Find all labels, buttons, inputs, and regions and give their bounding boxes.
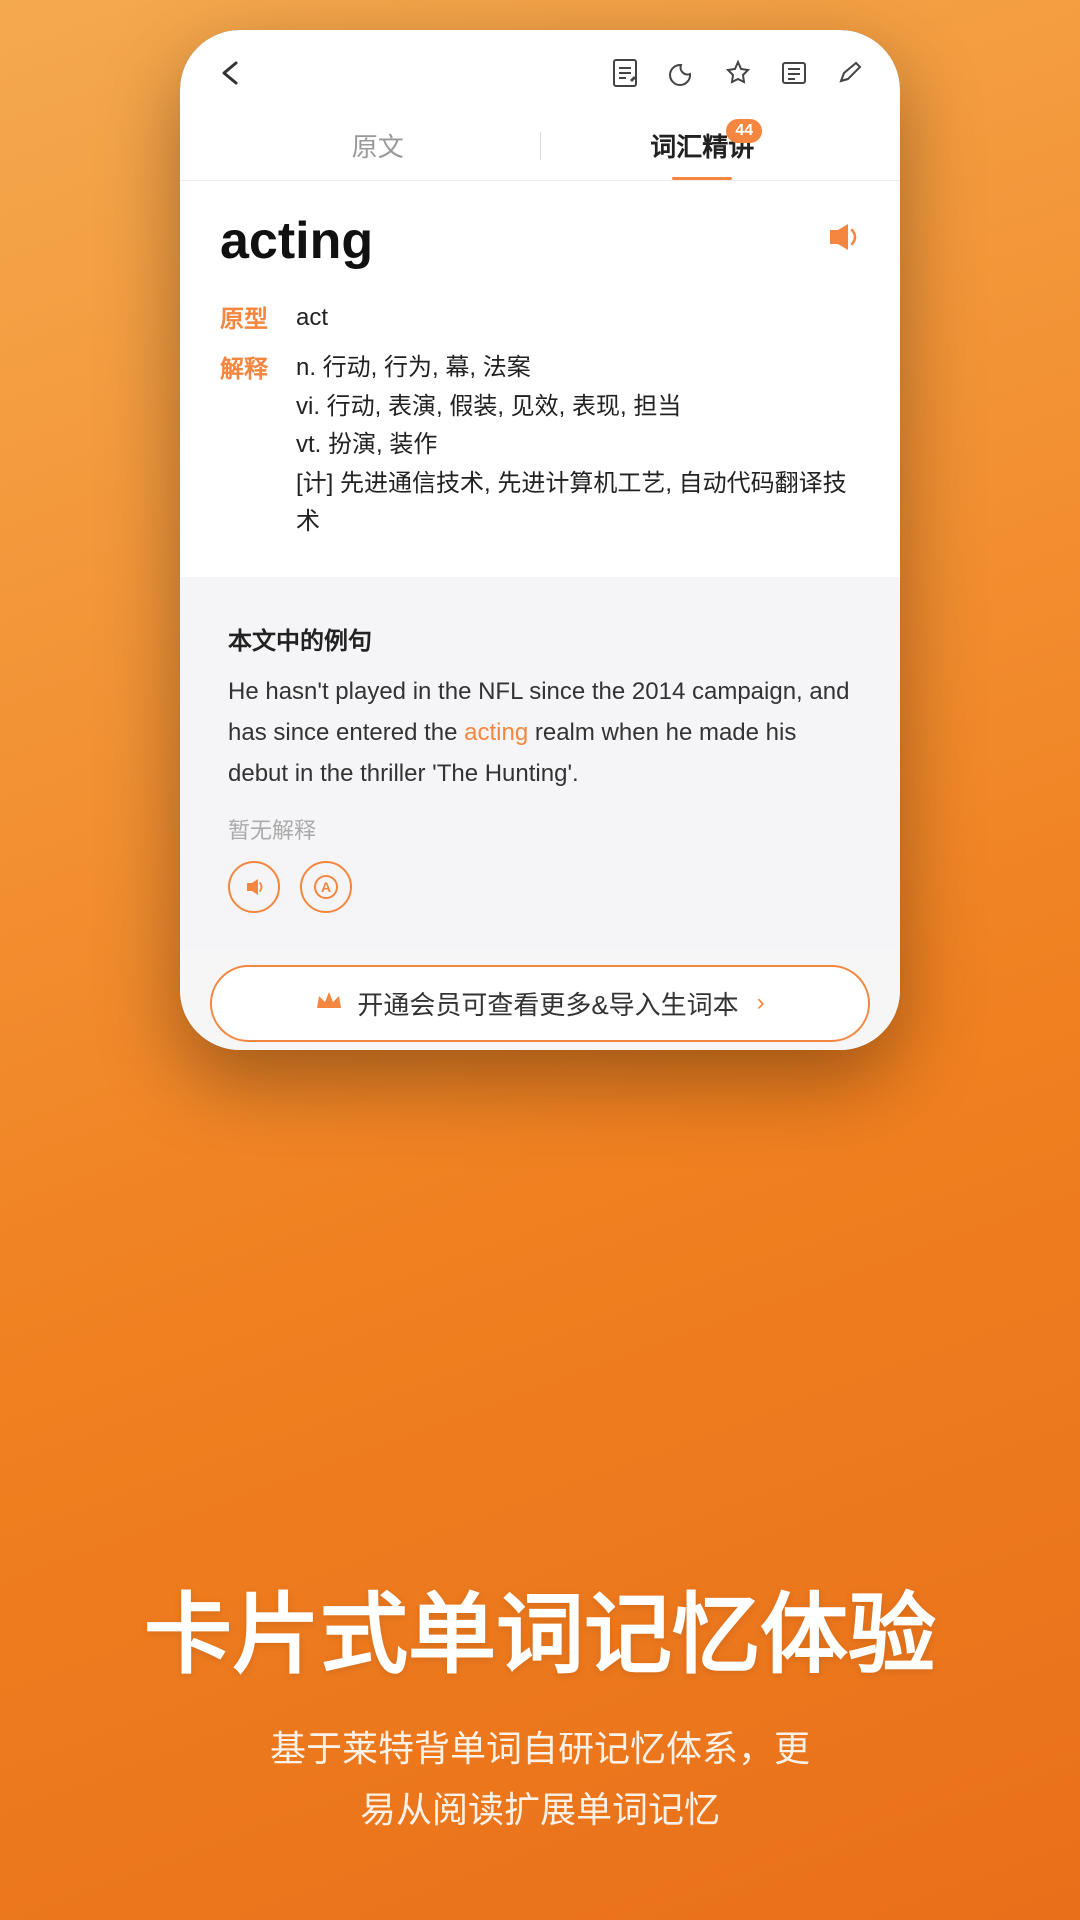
notes-icon[interactable] — [610, 58, 640, 95]
tab-original[interactable]: 原文 — [216, 111, 540, 180]
bottom-area: 开通会员可查看更多&导入生词本 › — [180, 949, 900, 1050]
svg-text:A: A — [321, 879, 331, 895]
word-sound-button[interactable] — [822, 220, 860, 263]
explanation-values: n. 行动, 行为, 幕, 法案 vi. 行动, 表演, 假装, 见效, 表现,… — [296, 349, 860, 541]
vip-banner[interactable]: 开通会员可查看更多&导入生词本 › — [210, 965, 870, 1042]
explanation-1: n. 行动, 行为, 幕, 法案 — [296, 349, 860, 387]
example-text: He hasn't played in the NFL since the 20… — [228, 672, 852, 794]
phone-inner: 原文 词汇精讲 44 acting — [180, 30, 900, 1050]
moon-icon[interactable] — [668, 59, 696, 94]
phone-frame: 原文 词汇精讲 44 acting — [180, 30, 900, 1050]
explanation-row: 解释 n. 行动, 行为, 幕, 法案 vi. 行动, 表演, 假装, 见效, … — [220, 349, 860, 541]
top-icons — [610, 58, 864, 95]
tab-vocabulary[interactable]: 词汇精讲 44 — [541, 111, 865, 180]
phone-mockup: 原文 词汇精讲 44 acting — [180, 30, 900, 1050]
word-header: acting — [220, 211, 860, 271]
root-value: act — [296, 299, 328, 337]
vocabulary-badge: 44 — [726, 119, 762, 143]
back-button[interactable] — [216, 58, 248, 95]
example-highlight: acting — [464, 719, 528, 746]
top-bar — [180, 30, 900, 111]
example-actions: A — [228, 861, 852, 913]
vip-banner-wrapper: 开通会员可查看更多&导入生词本 › — [180, 949, 900, 1050]
bottom-section: 卡片式单词记忆体验 基于莱特背单词自研记忆体系，更易从阅读扩展单词记忆 — [0, 1582, 1080, 1840]
no-explanation: 暂无解释 — [228, 813, 852, 845]
star-icon[interactable] — [724, 59, 752, 94]
word-section: acting 原型 act 解释 — [180, 181, 900, 577]
vip-text: 开通会员可查看更多&导入生词本 — [357, 985, 738, 1022]
explanation-4: [计] 先进通信技术, 先进计算机工艺, 自动代码翻译技术 — [296, 465, 860, 542]
edit-icon[interactable] — [836, 59, 864, 94]
explanation-2: vi. 行动, 表演, 假装, 见效, 表现, 担当 — [296, 388, 860, 426]
example-card: 本文中的例句 He hasn't played in the NFL since… — [200, 593, 880, 932]
main-content: acting 原型 act 解释 — [180, 181, 900, 1050]
word-title: acting — [220, 211, 373, 271]
main-title: 卡片式单词记忆体验 — [60, 1582, 1020, 1688]
crown-icon — [315, 988, 343, 1019]
sub-title: 基于莱特背单词自研记忆体系，更易从阅读扩展单词记忆 — [60, 1718, 1020, 1840]
explanation-label: 解释 — [220, 349, 280, 384]
example-sound-button[interactable] — [228, 861, 280, 913]
root-label: 原型 — [220, 299, 280, 334]
vip-arrow: › — [757, 989, 765, 1017]
explanation-3: vt. 扮演, 装作 — [296, 426, 860, 464]
root-row: 原型 act — [220, 299, 860, 337]
translate-button[interactable]: A — [300, 861, 352, 913]
list-icon[interactable] — [780, 59, 808, 94]
tab-bar: 原文 词汇精讲 44 — [180, 111, 900, 181]
example-card-title: 本文中的例句 — [228, 621, 852, 656]
